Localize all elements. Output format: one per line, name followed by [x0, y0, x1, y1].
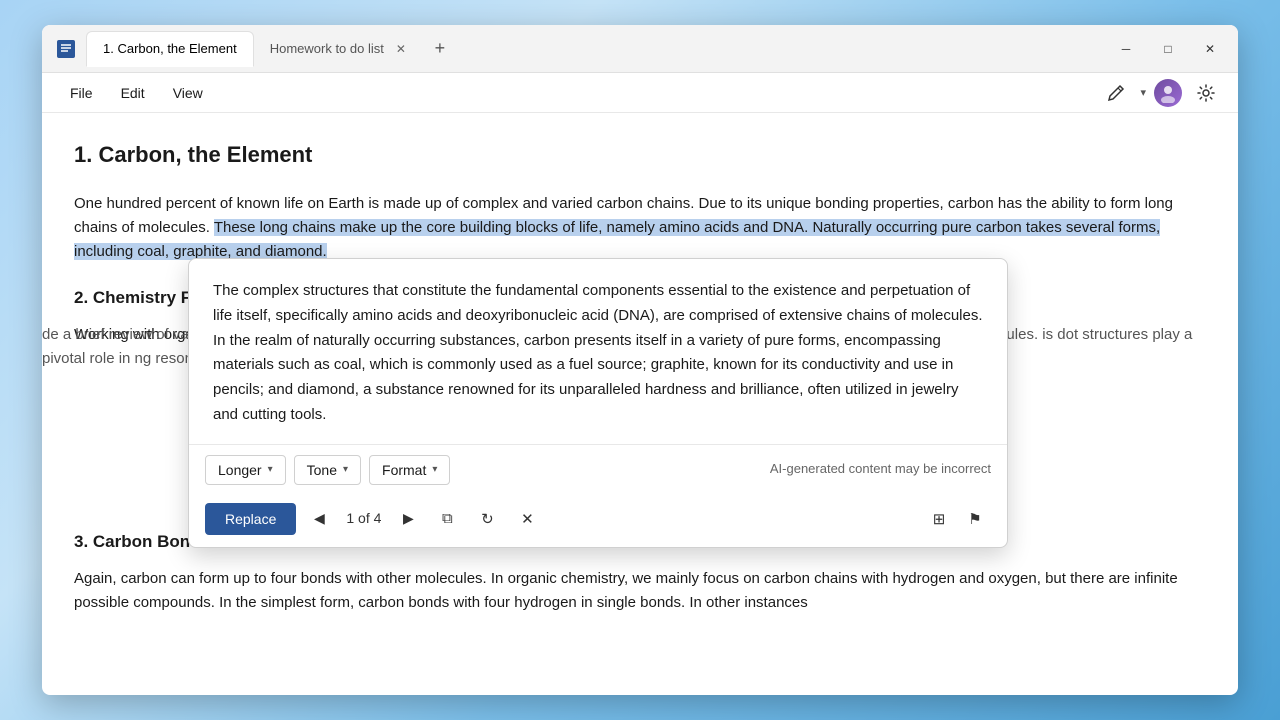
ai-disclaimer: AI-generated content may be incorrect	[770, 459, 991, 480]
tone-chevron: ▾	[343, 464, 348, 475]
menu-view[interactable]: View	[161, 81, 215, 105]
right-actions: ⊞ ⚑	[923, 503, 991, 535]
longer-chevron: ▾	[268, 464, 273, 475]
dismiss-button[interactable]: ✕	[511, 503, 543, 535]
menu-right: ▾	[1100, 77, 1222, 109]
ai-rewrite-popup: The complex structures that constitute t…	[188, 258, 1008, 548]
document-title: 1. Carbon, the Element	[74, 137, 1206, 172]
pen-toolbar-button[interactable]	[1100, 77, 1132, 109]
popup-actions: Replace ◀ 1 of 4 ▶ ⧉ ↻ ✕ ⊞ ⚑	[189, 495, 1007, 547]
prev-button[interactable]: ◀	[304, 504, 334, 534]
format-dropdown[interactable]: Format ▾	[369, 455, 450, 485]
popup-footer: Longer ▾ Tone ▾ Format ▾ AI-generated co…	[189, 444, 1007, 495]
page-count: 1 of 4	[342, 507, 385, 529]
tab-homework-label: Homework to do list	[270, 41, 384, 56]
replace-button[interactable]: Replace	[205, 503, 296, 535]
tab-add-button[interactable]: +	[426, 35, 454, 63]
document-content: 1. Carbon, the Element One hundred perce…	[42, 113, 1238, 695]
flag-button[interactable]: ⚑	[959, 503, 991, 535]
menu-file[interactable]: File	[58, 81, 105, 105]
app-icon	[50, 33, 82, 65]
menu-bar: File Edit View ▾	[42, 73, 1238, 113]
tab-carbon[interactable]: 1. Carbon, the Element	[86, 31, 254, 67]
popup-text: The complex structures that constitute t…	[213, 279, 983, 428]
user-avatar[interactable]	[1154, 79, 1182, 107]
tab-homework[interactable]: Homework to do list ✕	[254, 31, 426, 67]
paragraph-3: Again, carbon can form up to four bonds …	[74, 567, 1206, 615]
settings-button[interactable]	[1190, 77, 1222, 109]
window-controls: ─ □ ✕	[1106, 34, 1230, 64]
tab-carbon-label: 1. Carbon, the Element	[103, 41, 237, 56]
menu-items: File Edit View	[58, 81, 1100, 105]
stack-button[interactable]: ⊞	[923, 503, 955, 535]
pen-dropdown-arrow[interactable]: ▾	[1140, 86, 1146, 99]
refresh-button[interactable]: ↻	[471, 503, 503, 535]
next-button[interactable]: ▶	[393, 504, 423, 534]
tab-bar: 1. Carbon, the Element Homework to do li…	[86, 31, 1106, 67]
title-bar: 1. Carbon, the Element Homework to do li…	[42, 25, 1238, 73]
close-button[interactable]: ✕	[1190, 34, 1230, 64]
menu-edit[interactable]: Edit	[109, 81, 157, 105]
format-label: Format	[382, 462, 426, 478]
popup-body: The complex structures that constitute t…	[189, 259, 1007, 444]
tone-dropdown[interactable]: Tone ▾	[294, 455, 361, 485]
longer-dropdown[interactable]: Longer ▾	[205, 455, 286, 485]
paragraph-1: One hundred percent of known life on Ear…	[74, 192, 1206, 264]
maximize-button[interactable]: □	[1148, 34, 1188, 64]
minimize-button[interactable]: ─	[1106, 34, 1146, 64]
paragraph-1-highlighted: These long chains make up the core build…	[74, 219, 1160, 260]
longer-label: Longer	[218, 462, 262, 478]
copy-button[interactable]: ⧉	[431, 503, 463, 535]
format-chevron: ▾	[432, 464, 437, 475]
tone-label: Tone	[307, 462, 337, 478]
app-window: 1. Carbon, the Element Homework to do li…	[42, 25, 1238, 695]
tab-homework-close[interactable]: ✕	[392, 40, 410, 58]
